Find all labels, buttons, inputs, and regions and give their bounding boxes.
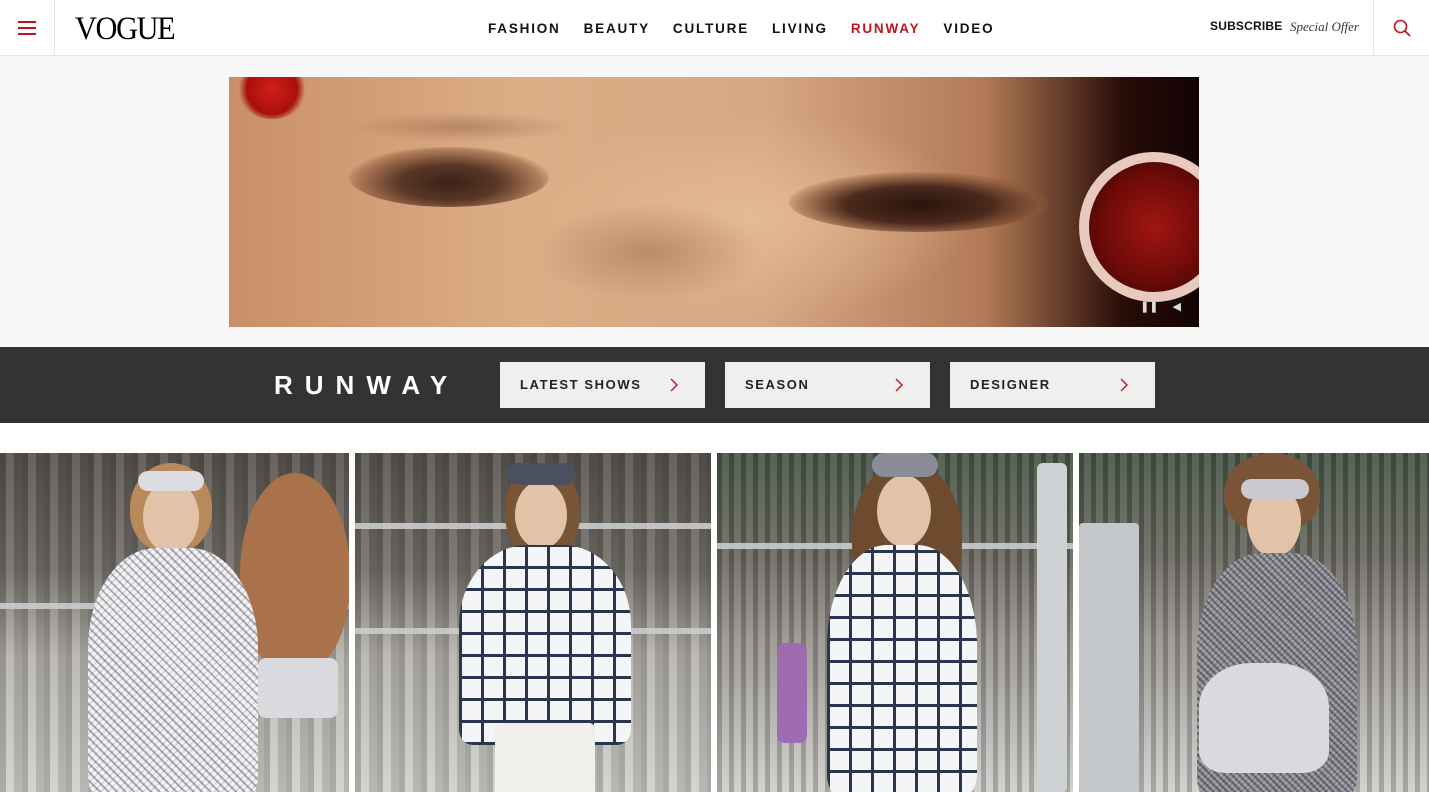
video-frame-detail (349, 147, 549, 207)
latest-shows-label: LATEST SHOWS (520, 377, 642, 392)
site-header: VOGUE FASHION BEAUTY CULTURE LIVING RUNW… (0, 0, 1429, 56)
photo-detail (1079, 523, 1139, 792)
special-offer-link[interactable]: Special Offer (1290, 19, 1359, 35)
video-frame-detail (1079, 152, 1199, 302)
search-button[interactable] (1373, 0, 1429, 56)
video-frame-detail (344, 112, 574, 142)
season-label: SEASON (745, 377, 810, 392)
photo-detail (459, 545, 631, 745)
nav-video[interactable]: VIDEO (943, 21, 994, 36)
photo-detail (515, 481, 567, 549)
runway-photo-grid (0, 453, 1429, 792)
photo-detail (88, 548, 258, 792)
photo-detail (495, 723, 595, 792)
season-button[interactable]: SEASON (725, 362, 930, 408)
menu-button[interactable] (0, 0, 55, 56)
vogue-logo[interactable]: VOGUE (75, 10, 176, 47)
photo-detail (777, 643, 807, 743)
video-ad[interactable]: ❚❚ ◀ (229, 77, 1199, 327)
photo-detail (143, 481, 199, 553)
runway-section-bar: RUNWAY LATEST SHOWS SEASON DESIGNER (0, 347, 1429, 423)
runway-photo-2[interactable] (355, 453, 711, 792)
video-frame-detail (237, 77, 307, 119)
nav-runway[interactable]: RUNWAY (851, 21, 921, 36)
photo-detail (138, 471, 204, 491)
nav-culture[interactable]: CULTURE (673, 21, 749, 36)
volume-icon[interactable]: ◀ (1173, 301, 1181, 313)
video-controls: ❚❚ ◀ (1140, 301, 1181, 313)
runway-photo-3[interactable] (717, 453, 1073, 792)
photo-detail (877, 475, 931, 547)
runway-photo-1[interactable] (0, 453, 349, 792)
photo-detail (1241, 479, 1309, 499)
nav-fashion[interactable]: FASHION (488, 21, 561, 36)
photo-detail (827, 545, 977, 792)
photo-detail (507, 463, 575, 485)
photo-detail (1199, 663, 1329, 773)
video-frame-detail (789, 172, 1049, 232)
runway-photo-4[interactable] (1079, 453, 1429, 792)
nav-living[interactable]: LIVING (772, 21, 828, 36)
photo-detail (258, 658, 338, 718)
pause-icon[interactable]: ❚❚ (1140, 301, 1158, 313)
subscribe-link[interactable]: SUBSCRIBE (1210, 19, 1282, 33)
search-icon (1393, 19, 1411, 37)
designer-button[interactable]: DESIGNER (950, 362, 1155, 408)
photo-detail (1037, 463, 1067, 792)
chevron-right-icon (670, 378, 678, 392)
nav-beauty[interactable]: BEAUTY (584, 21, 650, 36)
chevron-right-icon (1120, 378, 1128, 392)
photo-detail (872, 453, 938, 477)
latest-shows-button[interactable]: LATEST SHOWS (500, 362, 705, 408)
runway-title: RUNWAY (274, 370, 460, 400)
designer-label: DESIGNER (970, 377, 1051, 392)
main-nav: FASHION BEAUTY CULTURE LIVING RUNWAY VID… (488, 0, 1017, 56)
chevron-right-icon (895, 378, 903, 392)
hamburger-icon (18, 21, 36, 35)
